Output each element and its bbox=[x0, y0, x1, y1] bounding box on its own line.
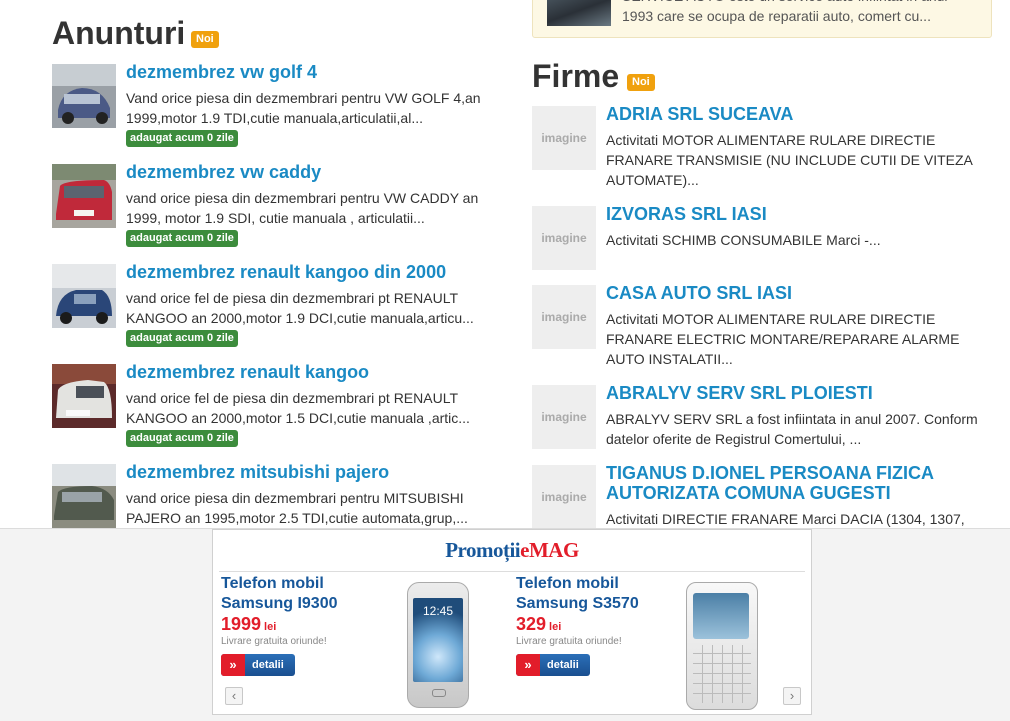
promo-prev-button[interactable]: ‹ bbox=[225, 687, 243, 705]
promo-shipping-note: Livrare gratuita oriunde! bbox=[516, 636, 622, 647]
featured-firm-text: SERVICE AUTO este un service auto infiin… bbox=[622, 0, 948, 24]
ad-date-tag: adaugat acum 0 zile bbox=[126, 230, 238, 247]
ads-section-title: Anunturi bbox=[52, 15, 186, 51]
phone-image[interactable] bbox=[686, 582, 758, 710]
ad-title-link[interactable]: dezmembrez renault kangoo din 2000 bbox=[126, 262, 446, 283]
promo-next-button[interactable]: › bbox=[783, 687, 801, 705]
emag-promo-banner[interactable]: PromoțiieMAG Telefon mobil Samsung I9300… bbox=[212, 529, 812, 715]
promo-product-price: 329 lei bbox=[516, 614, 562, 634]
ad-item: dezmembrez renault kangoo din 2000 vand … bbox=[52, 262, 492, 354]
ad-title-link[interactable]: dezmembrez vw golf 4 bbox=[126, 62, 317, 83]
promo-logo-brand: eMAG bbox=[520, 538, 579, 562]
promo-product-name[interactable]: Telefon mobil Samsung I9300 bbox=[221, 574, 391, 614]
promo-details-button[interactable]: » detalii bbox=[516, 654, 590, 676]
phone-image[interactable]: 12:45 bbox=[407, 582, 469, 708]
ads-new-badge: Noi bbox=[191, 31, 219, 48]
promo-product-name[interactable]: Telefon mobil Samsung S3570 bbox=[516, 574, 686, 614]
promo-details-button[interactable]: » detalii bbox=[221, 654, 295, 676]
ad-item: dezmembrez vw caddy vand orice piesa din… bbox=[52, 162, 492, 254]
ad-title-link[interactable]: dezmembrez renault kangoo bbox=[126, 362, 369, 383]
firm-description: ABRALYV SERV SRL a fost infiintata in an… bbox=[606, 411, 978, 447]
ad-item: dezmembrez vw golf 4 Vand orice piesa di… bbox=[52, 62, 492, 154]
firm-image-placeholder[interactable]: imagine bbox=[532, 385, 596, 449]
double-chevron-right-icon: » bbox=[221, 654, 245, 676]
ad-photo[interactable] bbox=[52, 364, 116, 428]
firms-new-badge: Noi bbox=[627, 74, 655, 91]
featured-firm-box[interactable]: SERVICE AUTO este un service auto infiin… bbox=[532, 0, 992, 38]
firm-title-link[interactable]: ADRIA SRL SUCEAVA bbox=[606, 104, 976, 124]
ad-title-link[interactable]: dezmembrez mitsubishi pajero bbox=[126, 462, 389, 483]
chevron-right-icon: › bbox=[789, 688, 795, 703]
firm-description: Activitati SCHIMB CONSUMABILE Marci -... bbox=[606, 232, 881, 248]
firm-title-link[interactable]: ABRALYV SERV SRL PLOIESTI bbox=[606, 383, 976, 403]
ad-description: vand orice piesa din dezmembrari pentru … bbox=[126, 490, 468, 526]
promo-product[interactable]: Telefon mobil Samsung S3570 329 lei Livra… bbox=[508, 574, 798, 710]
firm-description: Activitati MOTOR ALIMENTARE RULARE DIREC… bbox=[606, 132, 973, 188]
firm-title-link[interactable]: IZVORAS SRL IASI bbox=[606, 204, 976, 224]
promo-shipping-note: Livrare gratuita oriunde! bbox=[221, 636, 327, 647]
featured-firm-photo bbox=[547, 0, 611, 26]
firm-image-placeholder[interactable]: imagine bbox=[532, 206, 596, 270]
ad-photo[interactable] bbox=[52, 464, 116, 528]
ad-photo[interactable] bbox=[52, 164, 116, 228]
ad-description: vand orice fel de piesa din dezmembrari … bbox=[126, 290, 474, 326]
promo-product-price: 1999 lei bbox=[221, 614, 277, 634]
ad-date-tag: adaugat acum 0 zile bbox=[126, 130, 238, 147]
firm-title-link[interactable]: CASA AUTO SRL IASI bbox=[606, 283, 976, 303]
firm-description: Activitati MOTOR ALIMENTARE RULARE DIREC… bbox=[606, 311, 960, 367]
promo-logo-prefix: Promoții bbox=[445, 538, 521, 562]
firms-section-title: Firme bbox=[532, 58, 620, 94]
ad-photo[interactable] bbox=[52, 264, 116, 328]
ad-date-tag: adaugat acum 0 zile bbox=[126, 330, 238, 347]
ad-item: dezmembrez renault kangoo vand orice fel… bbox=[52, 362, 492, 454]
ad-description: vand orice fel de piesa din dezmembrari … bbox=[126, 390, 470, 426]
ad-description: Vand orice piesa din dezmembrari pentru … bbox=[126, 90, 481, 126]
ad-title-link[interactable]: dezmembrez vw caddy bbox=[126, 162, 321, 183]
firm-description: Activitati DIRECTIE FRANARE Marci DACIA … bbox=[606, 511, 965, 527]
firm-image-placeholder[interactable]: imagine bbox=[532, 465, 596, 529]
phone-screen-clock: 12:45 bbox=[422, 604, 454, 618]
emag-promo-logo[interactable]: PromoțiieMAG bbox=[213, 538, 811, 563]
firm-title-link[interactable]: TIGANUS D.IONEL PERSOANA FIZICA AUTORIZA… bbox=[606, 463, 976, 503]
ad-date-tag: adaugat acum 0 zile bbox=[126, 430, 238, 447]
promo-product[interactable]: Telefon mobil Samsung I9300 1999 lei Livr… bbox=[213, 574, 503, 708]
firm-image-placeholder[interactable]: imagine bbox=[532, 285, 596, 349]
promo-divider bbox=[219, 571, 805, 572]
ad-description: vand orice piesa din dezmembrari pentru … bbox=[126, 190, 479, 226]
double-chevron-right-icon: » bbox=[516, 654, 540, 676]
firm-image-placeholder[interactable]: imagine bbox=[532, 106, 596, 170]
ad-photo[interactable] bbox=[52, 64, 116, 128]
chevron-left-icon: ‹ bbox=[231, 688, 237, 703]
